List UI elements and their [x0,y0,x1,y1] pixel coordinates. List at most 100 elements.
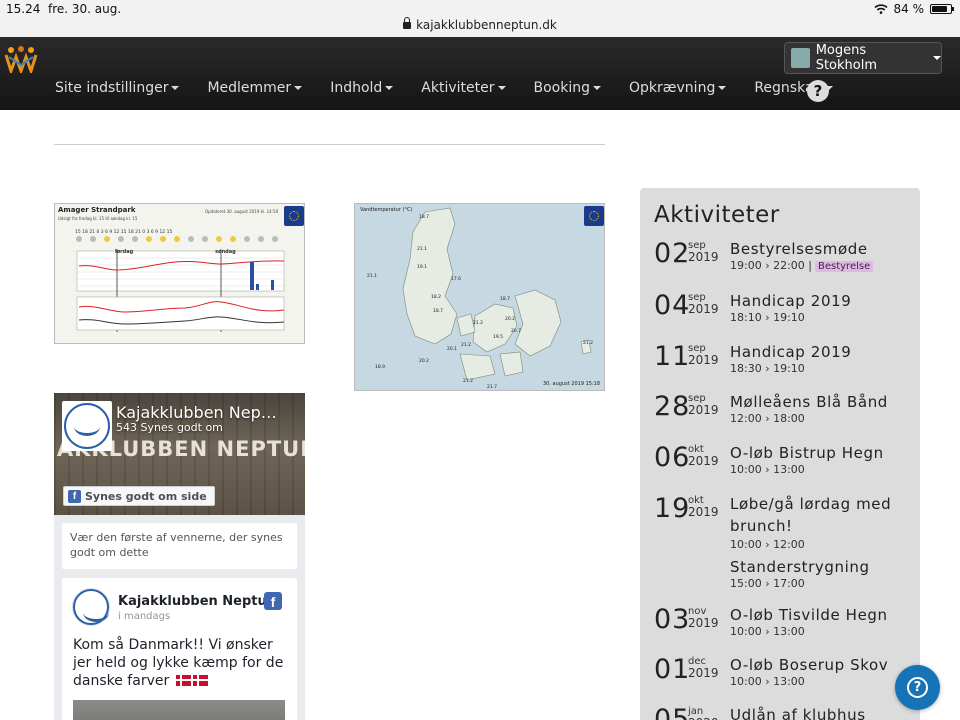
user-name: Mogens Stokholm [815,43,877,73]
weather-forecast-widget[interactable]: Amager Strandpark Udsigt fra fredag kl. … [54,203,305,344]
event-name[interactable]: Løbe/gå lørdag med [730,495,891,513]
event-year: 2019 [688,353,719,367]
menu-site-indstillinger[interactable]: Site indstillinger [55,80,180,96]
menu-indhold[interactable]: Indhold [330,80,394,96]
svg-text:15 18 21 0 3 6 9 12 15 18 21 0: 15 18 21 0 3 6 9 12 15 18 21 0 3 6 9 12 … [75,229,172,235]
map-date: 30. august 2019 15:18 [543,381,600,387]
chevron-down-icon [593,86,601,90]
status-right: 84 % [873,2,954,16]
battery-percent: 84 % [893,2,925,16]
neptun-logo-icon [73,589,109,625]
weather-graph: 15 18 21 0 3 6 9 12 15 18 21 0 3 6 9 12 … [75,229,285,332]
post-image[interactable] [73,700,285,720]
event-time: 10:00 › 13:00 [730,675,805,688]
event-day: 19 [654,493,691,524]
event-year: 2019 [688,302,719,316]
help-icon[interactable]: ? [807,80,829,102]
address-bar[interactable]: kajakklubbenneptun.dk [0,17,960,32]
svg-text:21.1: 21.1 [367,273,377,279]
event-name-continued[interactable]: brunch! [730,517,793,535]
water-temperature-map[interactable]: 18.7 21.1 19.1 21.1 17.6 18.2 18.7 21.2 18.7 2… [354,203,605,391]
event-day: 03 [654,604,691,635]
svg-text:21.1: 21.1 [417,246,427,252]
menu-booking[interactable]: Booking [534,80,601,96]
svg-text:21.2: 21.2 [461,342,471,348]
menu-medlemmer[interactable]: Medlemmer [207,80,303,96]
svg-text:20.2: 20.2 [419,358,429,364]
event-name[interactable]: Mølleåens Blå Bånd [730,393,888,411]
divider [54,144,605,145]
wifi-icon [873,4,888,14]
ios-status-bar: 15.24 fre. 30. aug. 84 % kajakklubbennep… [0,0,960,37]
map-title: Vandtemperatur (°C) [360,207,413,213]
facebook-icon: f [68,489,81,503]
chevron-down-icon [933,56,941,60]
event-time: 12:00 › 18:00 [730,412,805,425]
club-logo-icon[interactable] [4,45,38,73]
event-name[interactable]: Bestyrelsesmøde [730,240,868,258]
post-avatar[interactable] [72,588,110,626]
event-time: 19:00 › 22:00 | Bestyrelse [730,259,874,272]
denmark-map: 18.7 21.1 19.1 21.1 17.6 18.2 18.7 21.2 18.7 2… [367,207,593,390]
event-year: 2019 [688,505,719,519]
event-day: 28 [654,391,691,422]
chevron-down-icon [718,86,727,90]
chevron-down-icon [294,86,303,90]
event-time: 18:10 › 19:10 [730,311,805,324]
svg-text:21.2: 21.2 [583,340,593,346]
post-time[interactable]: i mandags [118,611,170,622]
svg-text:21.2: 21.2 [473,320,483,326]
menu-opkraevning[interactable]: Opkrævning [629,80,727,96]
svg-text:20.7: 20.7 [511,328,521,334]
event-time: 10:00 › 13:00 [730,463,805,476]
post-text: Kom så Danmark!! Vi ønsker jer held og l… [73,637,284,689]
danish-flag-icon [192,675,208,686]
event-day: 05 [654,704,691,720]
event-day: 04 [654,290,691,321]
svg-text:21.7: 21.7 [487,384,497,390]
facebook-friends-text: Vær den første af vennerne, der synes go… [62,523,297,569]
weather-day-labels: lørdag søndag [115,249,236,255]
svg-text:20.2: 20.2 [505,316,515,322]
event-year: 2020 [688,716,719,720]
event-time: 18:30 › 19:10 [730,362,805,375]
battery-icon [930,4,954,14]
event-year: 2019 [688,250,719,264]
svg-text:18.2: 18.2 [431,294,441,300]
event-year: 2019 [688,616,719,630]
activities-panel: Aktiviteter 02 sep 2019 Bestyrelsesmøde … [640,188,920,720]
event-name[interactable]: Handicap 2019 [730,343,851,361]
event-name[interactable]: Udlån af klubhus [730,706,866,720]
chevron-down-icon [385,86,394,90]
facebook-like-button[interactable]: f Synes godt om side [63,486,215,506]
activities-title: Aktiviteter [654,202,780,228]
user-menu-button[interactable]: Mogens Stokholm [784,42,942,74]
facebook-page-name[interactable]: Kajakklubben Nep… [116,403,277,422]
svg-text:18.7: 18.7 [500,296,510,302]
main-menu: Site indstillinger Medlemmer Indhold Akt… [55,80,861,96]
event-year: 2019 [688,403,719,417]
facebook-post: Kajakklubben Neptun i mandags f Kom så D… [62,578,297,720]
danish-flag-icon [175,675,191,686]
event-name[interactable]: Handicap 2019 [730,292,851,310]
svg-text:19.5: 19.5 [493,334,503,340]
event-day: 02 [654,238,691,269]
post-author[interactable]: Kajakklubben Neptun [118,594,276,609]
event-name[interactable]: O-løb Boserup Skov [730,656,888,674]
facebook-profile-picture[interactable] [62,401,112,451]
event-name[interactable]: O-løb Bistrup Hegn [730,444,884,462]
svg-text:18.9: 18.9 [375,364,385,370]
event-day: 06 [654,442,691,473]
event-time: 10:00 › 12:00 [730,538,805,551]
menu-aktiviteter[interactable]: Aktiviteter [421,80,506,96]
svg-text:18.7: 18.7 [419,214,429,220]
event-name[interactable]: Standerstrygning [730,558,870,576]
question-icon: ? [907,677,928,698]
dmi-logo-icon [584,206,604,226]
facebook-icon[interactable]: f [264,592,282,610]
event-name[interactable]: O-løb Tisvilde Hegn [730,606,888,624]
event-year: 2019 [688,666,719,680]
svg-text:20.1: 20.1 [447,346,457,352]
help-chat-button[interactable]: ? [895,665,940,710]
chevron-down-icon [497,86,506,90]
